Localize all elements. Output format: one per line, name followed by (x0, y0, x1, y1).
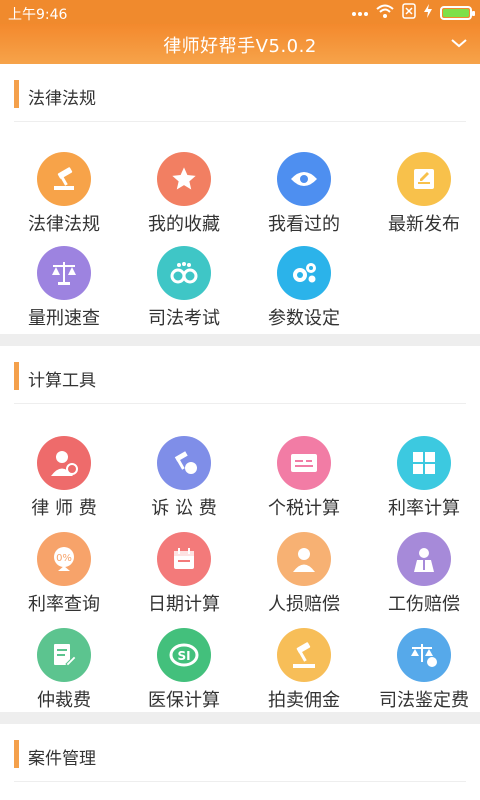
section-header: 法律法规 (14, 64, 466, 122)
star-icon (157, 152, 211, 206)
grid-item-law-regulations[interactable]: 法律法规 (4, 152, 124, 242)
status-time: 上午9:46 (8, 7, 68, 23)
grid-item-appraisal-fee[interactable]: 司法鉴定费 (364, 628, 480, 718)
medical-insurance-icon: SI (157, 628, 211, 682)
grid-item-label: 参数设定 (268, 308, 340, 329)
section-calc-tools: 计算工具 律 师 费 诉 讼 费 个税计算 利率计算 0% 利率查询 日期计算 … (0, 346, 480, 712)
person-icon (277, 532, 331, 586)
grid-item-medical-insurance[interactable]: SI 医保计算 (124, 628, 244, 718)
svg-text:SI: SI (177, 649, 190, 663)
scales-icon (37, 246, 91, 300)
grid-item-work-injury[interactable]: 工伤赔偿 (364, 532, 480, 622)
tax-card-icon (277, 436, 331, 490)
grid-item-label: 医保计算 (148, 690, 220, 711)
auction-gavel-icon (277, 628, 331, 682)
section-title: 案件管理 (28, 749, 96, 769)
grid-item-income-tax[interactable]: 个税计算 (244, 436, 364, 526)
grid-item-label: 人损赔偿 (268, 594, 340, 615)
grid-item-label: 拍卖佣金 (268, 690, 340, 711)
gavel-money-icon (157, 436, 211, 490)
grid-item-lawyer-fee[interactable]: 律 师 费 (4, 436, 124, 526)
section-case-management: 案件管理 (0, 724, 480, 800)
lawyer-icon (37, 436, 91, 490)
grid-item-label: 量刑速查 (28, 308, 100, 329)
grid-item-label: 个税计算 (268, 498, 340, 519)
edit-icon (397, 152, 451, 206)
appraisal-scales-icon (397, 628, 451, 682)
status-bar: 上午9:46 (0, 0, 480, 24)
calendar-icon (157, 532, 211, 586)
grid-item-label: 最新发布 (388, 214, 460, 235)
section-title: 计算工具 (28, 371, 96, 391)
battery-icon (440, 6, 475, 20)
grid-item-interest-calc[interactable]: 利率计算 (364, 436, 480, 526)
grid-item-label: 诉 讼 费 (151, 498, 217, 519)
grid-item-latest[interactable]: 最新发布 (364, 152, 480, 242)
app-header: 律师好帮手V5.0.2 (0, 24, 480, 64)
section-title: 法律法规 (28, 89, 96, 109)
section-header: 计算工具 (14, 346, 466, 404)
section-accent-bar (14, 362, 19, 390)
dots-icon (352, 5, 368, 21)
grid-item-label: 日期计算 (148, 594, 220, 615)
grid-item-judicial-exam[interactable]: 司法考试 (124, 246, 244, 336)
section-laws: 法律法规 法律法规 我的收藏 我看过的 最新发布 量刑速查 司法考试 参数设定 (0, 64, 480, 334)
grid-item-viewed[interactable]: 我看过的 (244, 152, 364, 242)
charging-icon (424, 4, 432, 22)
gavel-icon (37, 152, 91, 206)
section-accent-bar (14, 80, 19, 108)
grid-item-label: 工伤赔偿 (388, 594, 460, 615)
grid-item-personal-injury[interactable]: 人损赔偿 (244, 532, 364, 622)
worker-icon (397, 532, 451, 586)
app-title: 律师好帮手V5.0.2 (163, 36, 317, 57)
grid-item-label: 仲裁费 (37, 690, 91, 711)
wifi-icon (376, 4, 394, 22)
grid-item-label: 我看过的 (268, 214, 340, 235)
document-pen-icon (37, 628, 91, 682)
grid-item-auction-commission[interactable]: 拍卖佣金 (244, 628, 364, 718)
grid-item-label: 司法考试 (148, 308, 220, 329)
calculator-icon (397, 436, 451, 490)
grid-item-label: 律 师 费 (31, 498, 97, 519)
grid-item-label: 我的收藏 (148, 214, 220, 235)
grid-item-settings[interactable]: 参数设定 (244, 246, 364, 336)
chevron-down-icon[interactable] (450, 34, 468, 53)
grid-item-interest-query[interactable]: 0% 利率查询 (4, 532, 124, 622)
grid-item-label: 法律法规 (28, 214, 100, 235)
no-sim-icon (402, 3, 416, 23)
grid-item-favorites[interactable]: 我的收藏 (124, 152, 244, 242)
section-accent-bar (14, 740, 19, 768)
grid-item-label: 利率查询 (28, 594, 100, 615)
gears-icon (277, 246, 331, 300)
grid-item-sentencing[interactable]: 量刑速查 (4, 246, 124, 336)
grid-item-date-calc[interactable]: 日期计算 (124, 532, 244, 622)
grid-item-label: 司法鉴定费 (379, 690, 469, 711)
grid-item-arbitration-fee[interactable]: 仲裁费 (4, 628, 124, 718)
handcuffs-icon (157, 246, 211, 300)
eye-icon (277, 152, 331, 206)
grid-item-label: 利率计算 (388, 498, 460, 519)
section-header: 案件管理 (14, 724, 466, 782)
grid-item-litigation-fee[interactable]: 诉 讼 费 (124, 436, 244, 526)
svg-text:0%: 0% (56, 553, 72, 564)
percent-icon: 0% (37, 532, 91, 586)
